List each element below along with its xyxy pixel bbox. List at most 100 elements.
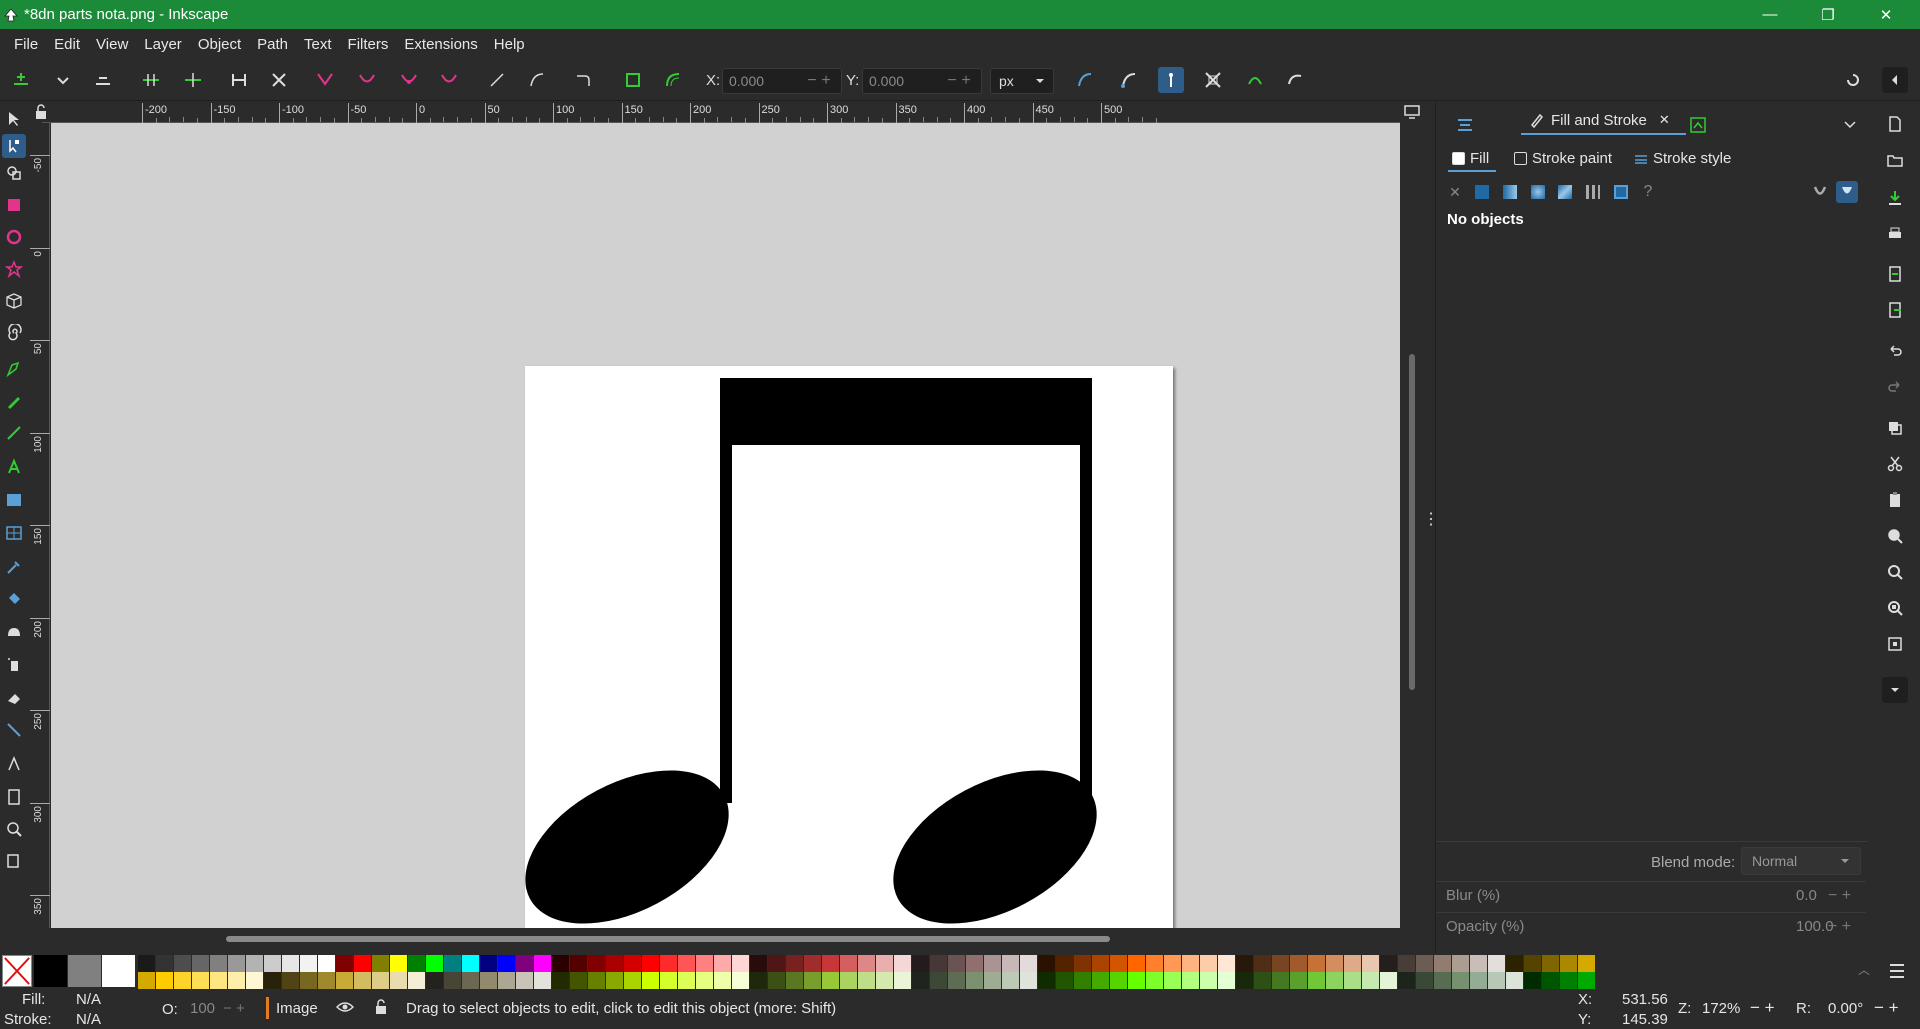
gradient-tool[interactable] <box>2 488 26 512</box>
zoom-page-button[interactable] <box>1882 595 1908 621</box>
palette-swatch[interactable] <box>804 972 821 989</box>
x-input[interactable] <box>723 73 805 89</box>
palette-swatch[interactable] <box>1524 955 1541 972</box>
print-button[interactable] <box>1882 221 1908 247</box>
palette-swatch[interactable] <box>210 972 227 989</box>
palette-swatch[interactable] <box>1362 972 1379 989</box>
palette-swatch[interactable] <box>282 955 299 972</box>
palette-swatch[interactable] <box>570 955 587 972</box>
flat-color-icon[interactable] <box>1471 181 1493 203</box>
add-corners-button[interactable] <box>570 67 596 93</box>
show-handles-button[interactable] <box>1158 67 1184 93</box>
palette-swatch[interactable] <box>1128 972 1145 989</box>
status-opacity-stepper[interactable]: − + <box>223 1000 245 1017</box>
palette-swatch[interactable] <box>588 972 605 989</box>
calligraphy-tool[interactable] <box>2 421 26 445</box>
palette-swatch[interactable] <box>894 972 911 989</box>
palette-swatch[interactable] <box>1074 972 1091 989</box>
eraser-tool[interactable] <box>2 686 26 710</box>
object-to-path-button[interactable] <box>620 67 646 93</box>
palette-swatch[interactable] <box>102 955 135 987</box>
palette-swatch[interactable] <box>1380 972 1397 989</box>
palette-swatch[interactable] <box>34 955 67 987</box>
close-window-button[interactable]: ✕ <box>1858 0 1914 29</box>
next-path-effect-button[interactable] <box>1242 67 1268 93</box>
palette-swatch[interactable] <box>336 972 353 989</box>
fill-rule-nonzero-icon[interactable] <box>1836 181 1858 203</box>
palette-swatch[interactable] <box>174 955 191 972</box>
palette-swatch[interactable] <box>1146 972 1163 989</box>
palette-swatch[interactable] <box>1164 972 1181 989</box>
palette-swatch[interactable] <box>588 955 605 972</box>
palette-swatch[interactable] <box>1110 972 1127 989</box>
palette-swatch[interactable] <box>1092 955 1109 972</box>
palette-swatch[interactable] <box>1056 955 1073 972</box>
menu-extensions[interactable]: Extensions <box>396 36 485 53</box>
blur-stepper[interactable]: − + <box>1828 887 1851 905</box>
mesh-tool[interactable] <box>2 521 26 545</box>
palette-swatch[interactable] <box>408 955 425 972</box>
stroke-to-path-button[interactable] <box>660 67 686 93</box>
cut-button[interactable] <box>1882 451 1908 477</box>
layer-visibility-icon[interactable] <box>335 999 355 1019</box>
line-segment-button[interactable] <box>484 67 510 93</box>
node-tool[interactable] <box>2 134 26 158</box>
palette-swatch[interactable] <box>264 972 281 989</box>
palette-scroll-up-icon[interactable]: ︿ <box>1858 961 1870 978</box>
break-path-button[interactable] <box>180 67 206 93</box>
canvas-area[interactable] <box>51 123 1400 928</box>
zoom-center-button[interactable] <box>1882 631 1908 657</box>
palette-swatch[interactable] <box>624 972 641 989</box>
menu-text[interactable]: Text <box>296 36 340 53</box>
y-increment[interactable]: + <box>959 72 973 90</box>
palette-swatch[interactable] <box>1578 972 1595 989</box>
palette-swatch[interactable] <box>966 955 983 972</box>
close-tab-icon[interactable]: ✕ <box>1659 112 1670 128</box>
palette-swatch[interactable] <box>714 955 731 972</box>
box3d-tool[interactable] <box>2 289 26 313</box>
spiral-tool[interactable] <box>2 321 26 345</box>
palette-swatch[interactable] <box>1416 955 1433 972</box>
palette-swatch[interactable] <box>1470 972 1487 989</box>
blend-mode-select[interactable]: Normal <box>1741 847 1861 875</box>
new-document-button[interactable] <box>1882 111 1908 137</box>
palette-swatch[interactable] <box>174 972 191 989</box>
palette-swatch[interactable] <box>282 972 299 989</box>
palette-swatch[interactable] <box>1128 955 1145 972</box>
palette-swatch[interactable] <box>444 972 461 989</box>
palette-swatch[interactable] <box>696 972 713 989</box>
insert-node-dropdown[interactable] <box>50 67 76 93</box>
selector-tool[interactable] <box>2 107 26 131</box>
palette-swatch[interactable] <box>372 972 389 989</box>
palette-swatch[interactable] <box>1020 955 1037 972</box>
show-clip-path-button[interactable] <box>1072 67 1098 93</box>
star-tool[interactable] <box>2 257 26 281</box>
palette-swatch[interactable] <box>768 955 785 972</box>
palette-swatch[interactable] <box>246 955 263 972</box>
join-segment-button[interactable] <box>226 67 252 93</box>
text-tool[interactable] <box>2 455 26 479</box>
spray-tool[interactable] <box>2 652 26 676</box>
palette-swatch[interactable] <box>1218 972 1235 989</box>
auto-smooth-node-button[interactable] <box>436 67 462 93</box>
swatch-icon[interactable] <box>1610 181 1632 203</box>
palette-menu-icon[interactable] <box>1880 957 1914 985</box>
palette-swatch[interactable] <box>372 955 389 972</box>
menu-help[interactable]: Help <box>486 36 533 53</box>
palette-swatch[interactable] <box>1344 955 1361 972</box>
palette-swatch[interactable] <box>534 955 551 972</box>
paint-bucket-tool[interactable] <box>2 587 26 611</box>
zoom-stepper[interactable]: − + <box>1750 998 1775 1018</box>
radial-gradient-icon[interactable] <box>1527 181 1549 203</box>
no-paint-icon[interactable]: ✕ <box>1444 181 1466 203</box>
paste-button[interactable] <box>1882 487 1908 513</box>
menu-view[interactable]: View <box>88 36 136 53</box>
delete-segment-button[interactable] <box>266 67 292 93</box>
pages-tool[interactable] <box>2 785 26 809</box>
palette-swatch[interactable] <box>1038 955 1055 972</box>
x-decrement[interactable]: − <box>805 72 819 90</box>
palette-swatch[interactable] <box>840 972 857 989</box>
subtab-fill[interactable]: Fill <box>1452 150 1489 167</box>
x-spinbox[interactable]: −+ <box>722 68 842 94</box>
undo-button[interactable] <box>1882 337 1908 363</box>
